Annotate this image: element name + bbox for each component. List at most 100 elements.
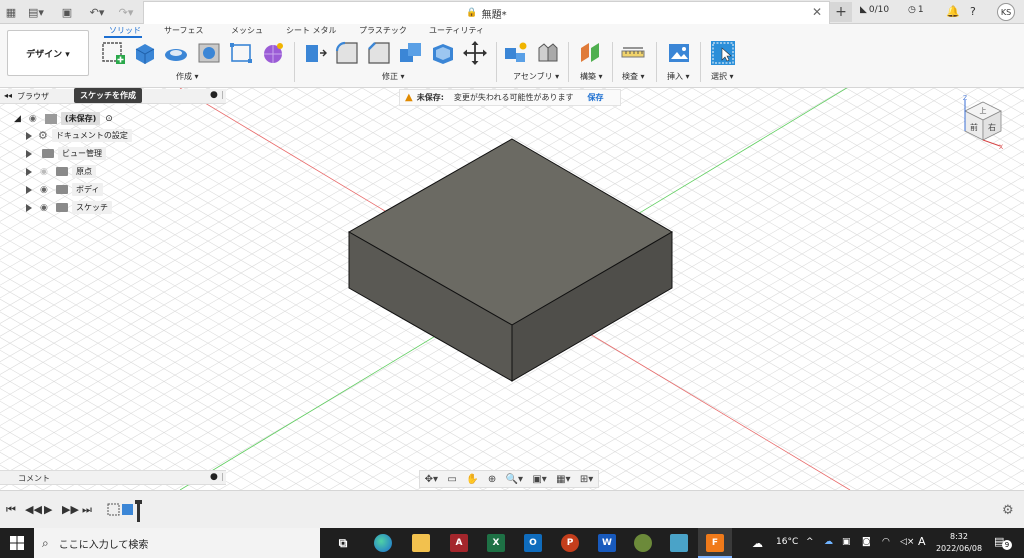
create-sketch-icon[interactable] — [101, 40, 127, 66]
panel-pin-icon[interactable]: ● — [210, 90, 218, 100]
tab-utility[interactable]: ユーティリティ — [429, 25, 484, 36]
visibility-eye-icon[interactable]: ◉ — [29, 114, 41, 124]
save-icon[interactable]: ▣ — [60, 3, 74, 21]
new-component-icon[interactable] — [503, 40, 529, 66]
workspace-switcher-button[interactable]: デザイン ▾ — [7, 30, 89, 76]
visibility-eye-icon[interactable]: ◉ — [40, 185, 52, 195]
windows-start-icon[interactable] — [10, 536, 24, 550]
play-icon[interactable]: ▶ — [44, 503, 52, 516]
avatar[interactable]: KS — [997, 3, 1015, 21]
select-group-label[interactable]: 選択 ▾ — [711, 71, 734, 82]
outlook-app-icon[interactable]: O — [524, 534, 542, 552]
select-icon[interactable] — [710, 40, 736, 66]
chamfer-icon[interactable] — [366, 40, 392, 66]
measure-icon[interactable] — [620, 40, 646, 66]
tray-overflow-icon[interactable]: ^ — [806, 537, 814, 547]
ime-indicator[interactable]: A — [918, 535, 926, 548]
insert-image-icon[interactable] — [666, 40, 692, 66]
press-pull-icon[interactable] — [302, 40, 328, 66]
new-tab-button[interactable]: + — [830, 2, 852, 22]
viewcube[interactable]: 上 前 右 Z X — [958, 94, 1008, 149]
visibility-eye-icon[interactable]: ◉ — [40, 167, 52, 177]
viewports-icon[interactable]: ⊞▾ — [580, 474, 593, 485]
expand-triangle-icon[interactable] — [26, 167, 32, 176]
help-icon[interactable]: ? — [970, 5, 976, 18]
panel-pin-icon[interactable]: ● — [210, 472, 218, 482]
browser-item-named-views[interactable]: ビュー管理 — [26, 146, 106, 161]
browser-item-sketches[interactable]: ◉ スケッチ — [26, 200, 112, 215]
zoom-icon[interactable]: ⊕ — [488, 474, 496, 485]
expand-triangle-icon[interactable] — [26, 131, 32, 140]
onedrive-icon[interactable]: ☁ — [824, 537, 833, 547]
timeline-settings-gear-icon[interactable]: ⚙ — [1002, 503, 1014, 518]
display-settings-icon[interactable]: ▣▾ — [532, 474, 546, 485]
bell-icon[interactable]: 🔔 — [946, 5, 960, 18]
shell-icon[interactable] — [430, 40, 456, 66]
activate-radio-icon[interactable]: ⊙ — [105, 114, 113, 124]
taskbar-search-box[interactable]: ⌕ ここに入力して検索 — [34, 528, 320, 558]
revolve-icon[interactable] — [163, 40, 189, 66]
fit-zoom-icon[interactable]: 🔍▾ — [506, 474, 523, 485]
collapse-panel-icon[interactable]: ◂◂ — [4, 91, 12, 100]
word-app-icon[interactable]: W — [598, 534, 616, 552]
taskbar-clock[interactable]: 8:32 2022/06/08 — [930, 531, 988, 555]
tab-plastic[interactable]: プラスチック — [359, 25, 407, 36]
wifi-icon[interactable]: ◠ — [882, 537, 890, 547]
tab-surface[interactable]: サーフェス — [164, 25, 204, 36]
undo-icon[interactable]: ↶▾ — [86, 3, 108, 21]
browser-root-row[interactable]: ◢ ◉ (未保存) ⊙ — [14, 111, 113, 126]
panel-resize-handle[interactable]: | — [221, 90, 224, 99]
browser-item-document-settings[interactable]: ⚙ ドキュメントの設定 — [26, 128, 132, 143]
pan-hand-icon[interactable]: ✋ — [466, 474, 478, 485]
app-grid-icon[interactable]: ▦ — [4, 3, 18, 21]
construct-group-label[interactable]: 構築 ▾ — [580, 71, 603, 82]
file-menu-icon[interactable]: ▤▾ — [27, 3, 45, 21]
joint-icon[interactable] — [535, 40, 561, 66]
extrude-icon[interactable] — [132, 40, 158, 66]
create-group-label[interactable]: 作成 ▾ — [176, 71, 199, 82]
expand-triangle-icon[interactable] — [26, 185, 32, 194]
volume-muted-icon[interactable]: ◁× — [900, 537, 914, 547]
excel-app-icon[interactable]: X — [487, 534, 505, 552]
tray-app-icon[interactable]: ▣ — [842, 537, 851, 547]
collapse-triangle-icon[interactable]: ◢ — [14, 114, 21, 124]
insert-group-label[interactable]: 挿入 ▾ — [667, 71, 690, 82]
save-link[interactable]: 保存 — [588, 92, 604, 103]
tab-sheet-metal[interactable]: シート メタル — [286, 25, 337, 36]
notes-app-icon[interactable] — [670, 534, 688, 552]
task-view-icon[interactable]: ⧉ — [334, 534, 352, 552]
access-app-icon[interactable]: A — [450, 534, 468, 552]
go-to-start-icon[interactable]: ⏮ — [6, 503, 16, 517]
timeline-features[interactable] — [106, 500, 146, 522]
hole-icon[interactable] — [196, 40, 222, 66]
powerpoint-app-icon[interactable]: P — [561, 534, 579, 552]
weather-temperature[interactable]: 16°C — [776, 537, 798, 547]
paint-app-icon[interactable] — [634, 534, 652, 552]
combine-icon[interactable] — [398, 40, 424, 66]
fusion360-app-icon[interactable]: F — [706, 534, 724, 552]
go-to-end-icon[interactable]: ⏭ — [82, 503, 92, 517]
grid-settings-icon[interactable]: ▦▾ — [556, 474, 570, 485]
file-explorer-icon[interactable] — [412, 534, 430, 552]
browser-item-origin[interactable]: ◉ 原点 — [26, 164, 96, 179]
close-tab-icon[interactable]: ✕ — [812, 5, 822, 19]
edge-browser-icon[interactable] — [374, 534, 392, 552]
fillet-icon[interactable] — [334, 40, 360, 66]
rectangle-sketch-icon[interactable] — [228, 40, 254, 66]
step-back-icon[interactable]: ◀◀ — [25, 503, 42, 516]
modify-group-label[interactable]: 修正 ▾ — [382, 71, 405, 82]
visibility-eye-icon[interactable]: ◉ — [40, 203, 52, 213]
expand-triangle-icon[interactable] — [26, 203, 32, 212]
meet-now-icon[interactable]: ◙ — [862, 537, 871, 547]
panel-resize-handle[interactable]: | — [221, 472, 224, 481]
redo-icon[interactable]: ↷▾ — [115, 3, 137, 21]
inspect-group-label[interactable]: 検査 ▾ — [622, 71, 645, 82]
tab-mesh[interactable]: メッシュ — [231, 25, 263, 36]
tab-solid[interactable]: ソリッド — [109, 25, 141, 36]
browser-item-bodies[interactable]: ◉ ボディ — [26, 182, 104, 197]
action-center-icon[interactable]: ▤ 9 — [994, 535, 1012, 551]
expand-triangle-icon[interactable] — [26, 149, 32, 158]
document-tab[interactable]: 🔒 無題* — [143, 1, 830, 24]
form-icon[interactable] — [260, 40, 286, 66]
assemble-group-label[interactable]: アセンブリ ▾ — [513, 71, 559, 82]
